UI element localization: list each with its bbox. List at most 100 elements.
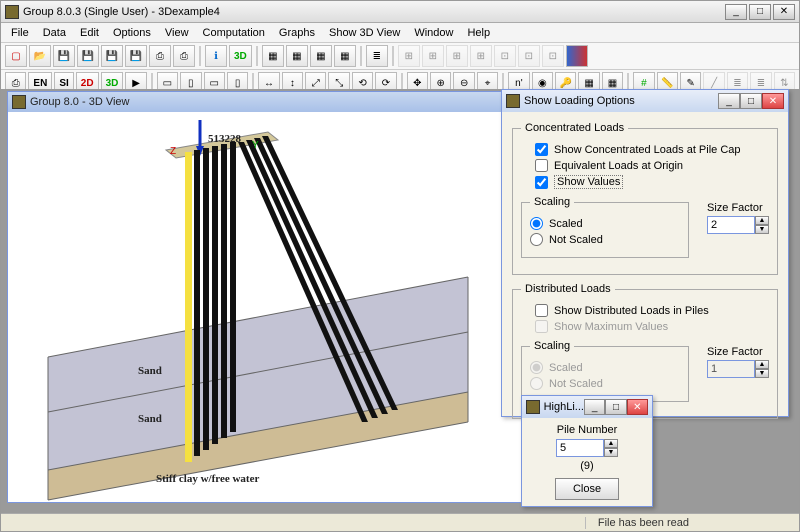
opt6-icon: ⊡ xyxy=(518,45,540,67)
pile-number-label: Pile Number xyxy=(532,424,642,436)
equiv-origin-checkbox[interactable] xyxy=(535,159,548,172)
pile-up[interactable]: ▲ xyxy=(604,439,618,448)
opt5-icon: ⊡ xyxy=(494,45,516,67)
coord-label: 513228 xyxy=(208,133,242,145)
scaled-radio-1[interactable] xyxy=(530,217,543,230)
status-message: File has been read xyxy=(585,517,701,529)
opt1-icon: ⊞ xyxy=(398,45,420,67)
scaling-legend-2: Scaling xyxy=(530,340,574,352)
mdi-icon xyxy=(12,95,26,109)
show-max-label: Show Maximum Values xyxy=(554,321,668,333)
menu-graphs[interactable]: Graphs xyxy=(273,25,321,41)
print-icon[interactable]: ⎙ xyxy=(173,45,195,67)
pile-down[interactable]: ▼ xyxy=(604,448,618,457)
layer-icon[interactable]: ≣ xyxy=(366,45,388,67)
menu-file[interactable]: File xyxy=(5,25,35,41)
concentrated-loads-group: Concentrated Loads Show Concentrated Loa… xyxy=(512,122,778,275)
scaling-group-1: Scaling Scaled Not Scaled xyxy=(521,196,689,258)
maximize-button[interactable]: □ xyxy=(749,4,771,20)
notscaled-label-2: Not Scaled xyxy=(549,378,603,390)
sizefactor-input-1[interactable] xyxy=(707,216,755,234)
grid2-icon[interactable]: ▦ xyxy=(286,45,308,67)
statusbar: File has been read xyxy=(1,513,799,531)
axis-z-label: Z xyxy=(170,146,176,157)
dlg-icon xyxy=(506,94,520,108)
scaled-radio-2 xyxy=(530,361,543,374)
show-values-checkbox[interactable] xyxy=(535,176,548,189)
grid4-icon[interactable]: ▦ xyxy=(334,45,356,67)
highlight-dlg-close[interactable]: ✕ xyxy=(627,399,648,415)
info-icon[interactable]: ℹ xyxy=(205,45,227,67)
opt7-icon: ⊡ xyxy=(542,45,564,67)
show-values-label: Show Values xyxy=(554,175,623,189)
distributed-legend: Distributed Loads xyxy=(521,283,615,295)
menu-computation[interactable]: Computation xyxy=(197,25,271,41)
notscaled-radio-1[interactable] xyxy=(530,233,543,246)
soil-layer-2-label: Sand xyxy=(138,413,162,425)
equiv-origin-label: Equivalent Loads at Origin xyxy=(554,160,683,172)
concentrated-legend: Concentrated Loads xyxy=(521,122,628,134)
saveas-icon[interactable]: 💾 xyxy=(77,45,99,67)
menu-edit[interactable]: Edit xyxy=(74,25,105,41)
soil-layer-3-label: Stiff clay w/free water xyxy=(156,473,259,485)
highlight-dlg-titlebar[interactable]: HighLi... _ □ ✕ xyxy=(522,396,652,418)
grid3-icon[interactable]: ▦ xyxy=(310,45,332,67)
menu-view[interactable]: View xyxy=(159,25,195,41)
highlight-dlg-title: HighLi... xyxy=(544,401,584,413)
minimize-button[interactable]: _ xyxy=(725,4,747,20)
sizefactor-label-1: Size Factor xyxy=(707,202,769,214)
highlight-dlg-icon xyxy=(526,400,540,414)
axis-y-label: Y xyxy=(252,140,259,151)
mdi-workarea: Group 8.0 - 3D View _ □ ✕ xyxy=(1,89,799,513)
menu-help[interactable]: Help xyxy=(461,25,496,41)
3d-button[interactable]: 3D xyxy=(229,45,252,67)
pile-number-input[interactable] xyxy=(556,439,604,457)
soil-layer-1-label: Sand xyxy=(138,365,162,377)
loading-dlg-title: Show Loading Options xyxy=(524,95,635,107)
save-icon[interactable]: 💾 xyxy=(53,45,75,67)
save3-icon[interactable]: 💾 xyxy=(125,45,147,67)
grid1-icon[interactable]: ▦ xyxy=(262,45,284,67)
show-max-checkbox xyxy=(535,320,548,333)
show-concentrated-label: Show Concentrated Loads at Pile Cap xyxy=(554,144,741,156)
sf1-down[interactable]: ▼ xyxy=(755,225,769,234)
opt4-icon: ⊞ xyxy=(470,45,492,67)
highlight-dialog: HighLi... _ □ ✕ Pile Number ▲▼ (9) Close xyxy=(521,395,653,507)
loading-dlg-minimize[interactable]: _ xyxy=(718,93,740,109)
highlight-close-button[interactable]: Close xyxy=(555,478,619,500)
sf2-down: ▼ xyxy=(755,369,769,378)
sizefactor-label-2: Size Factor xyxy=(707,346,769,358)
scaled-label-2: Scaled xyxy=(549,362,583,374)
menubar: File Data Edit Options View Computation … xyxy=(1,23,799,43)
notscaled-radio-2 xyxy=(530,377,543,390)
highlight-dlg-maximize[interactable]: □ xyxy=(605,399,626,415)
scaling-legend-1: Scaling xyxy=(530,196,574,208)
color-icon[interactable] xyxy=(566,45,588,67)
highlight-dlg-minimize[interactable]: _ xyxy=(584,399,605,415)
loading-dlg-close[interactable]: ✕ xyxy=(762,93,784,109)
export-icon[interactable]: ⎙ xyxy=(149,45,171,67)
menu-show3dview[interactable]: Show 3D View xyxy=(323,25,406,41)
loading-dlg-maximize[interactable]: □ xyxy=(740,93,762,109)
scaling-group-2: Scaling Scaled Not Scaled xyxy=(521,340,689,402)
notscaled-label-1: Not Scaled xyxy=(549,234,603,246)
menu-window[interactable]: Window xyxy=(408,25,459,41)
opt2-icon: ⊞ xyxy=(422,45,444,67)
menu-options[interactable]: Options xyxy=(107,25,157,41)
opt3-icon: ⊞ xyxy=(446,45,468,67)
show-concentrated-checkbox[interactable] xyxy=(535,143,548,156)
save2-icon[interactable]: 💾 xyxy=(101,45,123,67)
show-distributed-label: Show Distributed Loads in Piles xyxy=(554,305,709,317)
open-icon[interactable]: 📂 xyxy=(29,45,51,67)
sf2-up: ▲ xyxy=(755,360,769,369)
new-icon[interactable]: ▢ xyxy=(5,45,27,67)
pile-count-label: (9) xyxy=(532,460,642,472)
sizefactor-input-2 xyxy=(707,360,755,378)
show-distributed-checkbox[interactable] xyxy=(535,304,548,317)
mdi-3d-title: Group 8.0 - 3D View xyxy=(30,96,129,108)
close-button[interactable]: ✕ xyxy=(773,4,795,20)
app-titlebar: Group 8.0.3 (Single User) - 3Dexample4 _… xyxy=(1,1,799,23)
menu-data[interactable]: Data xyxy=(37,25,72,41)
sf1-up[interactable]: ▲ xyxy=(755,216,769,225)
loading-dlg-titlebar[interactable]: Show Loading Options _ □ ✕ xyxy=(502,90,788,112)
